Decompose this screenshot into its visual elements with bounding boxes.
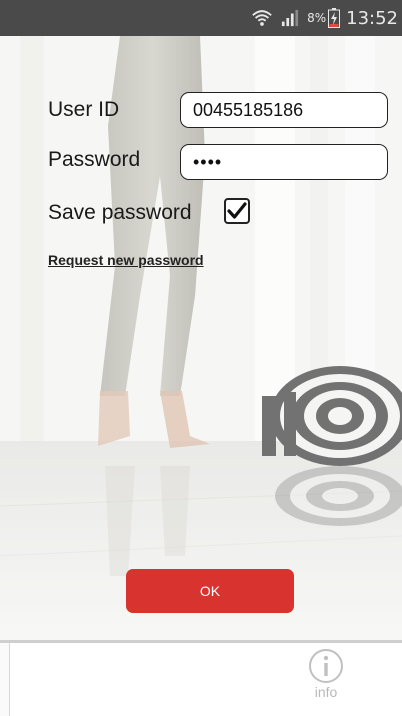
wifi-icon xyxy=(252,10,272,26)
battery-charging-icon xyxy=(328,8,341,28)
ok-button[interactable]: OK xyxy=(126,569,294,613)
battery-percent: 8% xyxy=(307,11,327,25)
info-button[interactable]: info xyxy=(302,648,350,714)
login-screen: 8% 13:52 User ID 00455185186 Password ••… xyxy=(0,0,402,716)
password-label: Password xyxy=(48,148,141,171)
save-password-checkbox[interactable] xyxy=(224,198,250,224)
info-icon xyxy=(309,649,343,683)
info-label: info xyxy=(314,684,338,700)
footer-left-edge xyxy=(0,643,10,716)
user-id-input[interactable] xyxy=(180,92,388,128)
status-bar: 8% 13:52 xyxy=(0,0,402,36)
save-password-label: Save password xyxy=(48,201,192,224)
signal-icon xyxy=(281,9,299,27)
footer-divider xyxy=(0,640,402,643)
checkmark-icon xyxy=(227,202,247,219)
request-new-password-link[interactable]: Request new password xyxy=(48,252,204,268)
password-input[interactable] xyxy=(180,144,388,180)
status-clock: 13:52 xyxy=(346,7,398,29)
user-id-label: User ID xyxy=(48,98,120,121)
